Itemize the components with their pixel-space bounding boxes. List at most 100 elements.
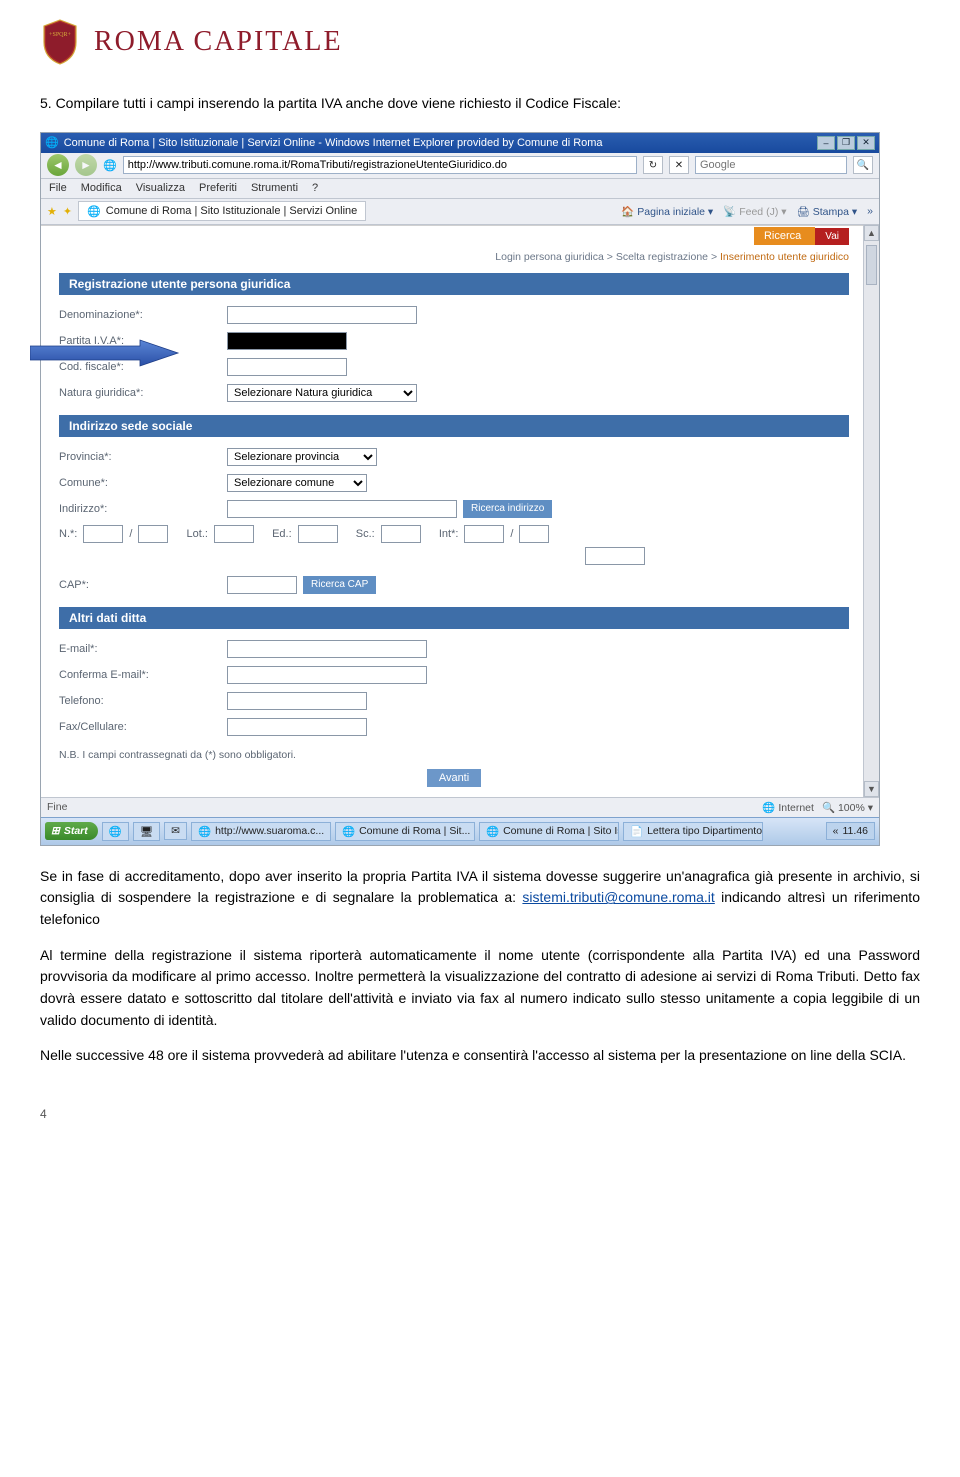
brand-header: +SPQR+ ROMA CAPITALE xyxy=(40,18,920,66)
ricerca-label: Ricerca xyxy=(754,227,815,245)
zoom-control[interactable]: 🔍 100% ▾ xyxy=(822,801,873,814)
menu-file[interactable]: File xyxy=(49,182,67,194)
input-sc[interactable] xyxy=(381,525,421,543)
windows-logo-icon: ⊞ xyxy=(51,825,60,837)
vai-button[interactable]: Vai xyxy=(815,228,849,245)
status-bar: Fine 🌐 Internet 🔍 100% ▾ xyxy=(41,797,879,817)
label-int: Int*: xyxy=(439,528,459,540)
quick-launch-ie[interactable]: 🌐 xyxy=(102,822,129,841)
btn-avanti[interactable]: Avanti xyxy=(427,769,481,787)
input-email[interactable] xyxy=(227,640,427,658)
tools-chevron[interactable]: » xyxy=(867,205,873,217)
input-n2[interactable] xyxy=(138,525,168,543)
input-telefono[interactable] xyxy=(227,692,367,710)
input-denominazione[interactable] xyxy=(227,306,417,324)
select-natura-giuridica[interactable]: Selezionare Natura giuridica xyxy=(227,384,417,402)
close-button[interactable]: ✕ xyxy=(857,136,875,150)
input-lot[interactable] xyxy=(214,525,254,543)
input-cod-fiscale[interactable] xyxy=(227,358,347,376)
menu-help[interactable]: ? xyxy=(312,182,318,194)
home-dropdown[interactable]: 🏠 Pagina iniziale ▾ xyxy=(621,205,713,218)
input-cap[interactable] xyxy=(227,576,297,594)
label-cap: CAP*: xyxy=(59,579,227,591)
page-number: 4 xyxy=(40,1107,920,1121)
btn-ricerca-cap[interactable]: Ricerca CAP xyxy=(303,576,376,594)
feed-dropdown[interactable]: 📡 Feed (J) ▾ xyxy=(723,205,786,218)
input-conferma-email[interactable] xyxy=(227,666,427,684)
refresh-button[interactable]: ↻ xyxy=(643,156,663,174)
ie-page-icon: 🌐 xyxy=(103,159,117,172)
label-fax: Fax/Cellulare: xyxy=(59,721,227,733)
minimize-button[interactable]: – xyxy=(817,136,835,150)
form-heading-2: Indirizzo sede sociale xyxy=(59,415,849,437)
menu-edit[interactable]: Modifica xyxy=(81,182,122,194)
menu-tools[interactable]: Strumenti xyxy=(251,182,298,194)
browser-viewport: Ricerca Vai Login persona giuridica > Sc… xyxy=(41,225,879,797)
tab-label: Comune di Roma | Sito Istituzionale | Se… xyxy=(106,205,358,217)
input-n[interactable] xyxy=(83,525,123,543)
print-dropdown[interactable]: 🖨 Stampa ▾ xyxy=(797,205,858,218)
roma-capitale-logo: +SPQR+ xyxy=(40,18,80,66)
input-indirizzo[interactable] xyxy=(227,500,457,518)
input-fax[interactable] xyxy=(227,718,367,736)
task-3[interactable]: 🌐 Comune di Roma | Sito Is... xyxy=(479,822,619,841)
maximize-button[interactable]: ❐ xyxy=(837,136,855,150)
menu-view[interactable]: Visualizza xyxy=(136,182,185,194)
system-tray[interactable]: « 11.46 xyxy=(826,822,875,840)
input-int[interactable] xyxy=(464,525,504,543)
label-email: E-mail*: xyxy=(59,643,227,655)
window-titlebar: 🌐 Comune di Roma | Sito Istituzionale | … xyxy=(41,133,879,153)
fav-center-icon[interactable]: ✦ xyxy=(63,205,72,218)
label-ed: Ed.: xyxy=(272,528,292,540)
internet-zone: 🌐 Internet xyxy=(762,801,814,814)
site-search-strip: Ricerca Vai xyxy=(41,225,863,247)
label-comune: Comune*: xyxy=(59,477,227,489)
btn-ricerca-indirizzo[interactable]: Ricerca indirizzo xyxy=(463,500,552,518)
browser-tab[interactable]: 🌐 Comune di Roma | Sito Istituzionale | … xyxy=(78,201,366,221)
forward-button[interactable]: ► xyxy=(75,154,97,176)
input-ed[interactable] xyxy=(298,525,338,543)
label-indirizzo: Indirizzo*: xyxy=(59,503,227,515)
label-lot: Lot.: xyxy=(187,528,208,540)
label-sc: Sc.: xyxy=(356,528,375,540)
windows-taskbar: ⊞ Start 🌐 🖥 ✉ 🌐 http://www.suaroma.c... … xyxy=(41,817,879,845)
callout-arrow xyxy=(30,338,180,368)
quick-launch-outlook[interactable]: ✉ xyxy=(164,822,187,840)
email-link[interactable]: sistemi.tributi@comune.roma.it xyxy=(522,889,714,905)
scroll-thumb[interactable] xyxy=(866,245,877,285)
back-button[interactable]: ◄ xyxy=(47,154,69,176)
menu-favorites[interactable]: Preferiti xyxy=(199,182,237,194)
scroll-down-button[interactable]: ▼ xyxy=(864,781,879,797)
label-denominazione: Denominazione*: xyxy=(59,309,227,321)
fav-add-icon[interactable]: ★ xyxy=(47,205,57,218)
crumb-1[interactable]: Login persona giuridica xyxy=(495,251,604,263)
stop-button[interactable]: ✕ xyxy=(669,156,689,174)
input-int2[interactable] xyxy=(519,525,549,543)
search-go-button[interactable]: 🔍 xyxy=(853,156,873,174)
tab-bar: ★ ✦ 🌐 Comune di Roma | Sito Istituzional… xyxy=(41,199,879,225)
menu-bar: File Modifica Visualizza Preferiti Strum… xyxy=(41,179,879,199)
task-1[interactable]: 🌐 http://www.suaroma.c... xyxy=(191,822,331,841)
clock: 11.46 xyxy=(843,825,869,837)
paragraph-2: Al termine della registrazione il sistem… xyxy=(40,945,920,1032)
input-partita-iva[interactable] xyxy=(227,332,347,350)
input-extra[interactable] xyxy=(585,547,645,565)
form-heading-3: Altri dati ditta xyxy=(59,607,849,629)
start-button[interactable]: ⊞ Start xyxy=(45,822,98,840)
window-title: Comune di Roma | Sito Istituzionale | Se… xyxy=(64,137,603,149)
breadcrumb: Login persona giuridica > Scelta registr… xyxy=(41,247,863,267)
task-4[interactable]: 📄 Lettera tipo Dipartimento... xyxy=(623,822,763,841)
address-bar[interactable] xyxy=(123,156,637,174)
select-comune[interactable]: Selezionare comune xyxy=(227,474,367,492)
crumb-2[interactable]: Scelta registrazione xyxy=(616,251,708,263)
scroll-track[interactable] xyxy=(864,241,879,781)
search-box[interactable] xyxy=(695,156,847,174)
select-provincia[interactable]: Selezionare provincia xyxy=(227,448,377,466)
brand-wordmark: ROMA CAPITALE xyxy=(94,26,343,58)
vertical-scrollbar[interactable]: ▲ ▼ xyxy=(863,225,879,797)
quick-launch-desktop[interactable]: 🖥 xyxy=(133,822,160,841)
label-telefono: Telefono: xyxy=(59,695,227,707)
paragraph-3: Nelle successive 48 ore il sistema provv… xyxy=(40,1045,920,1067)
scroll-up-button[interactable]: ▲ xyxy=(864,225,879,241)
task-2[interactable]: 🌐 Comune di Roma | Sit... xyxy=(335,822,475,841)
